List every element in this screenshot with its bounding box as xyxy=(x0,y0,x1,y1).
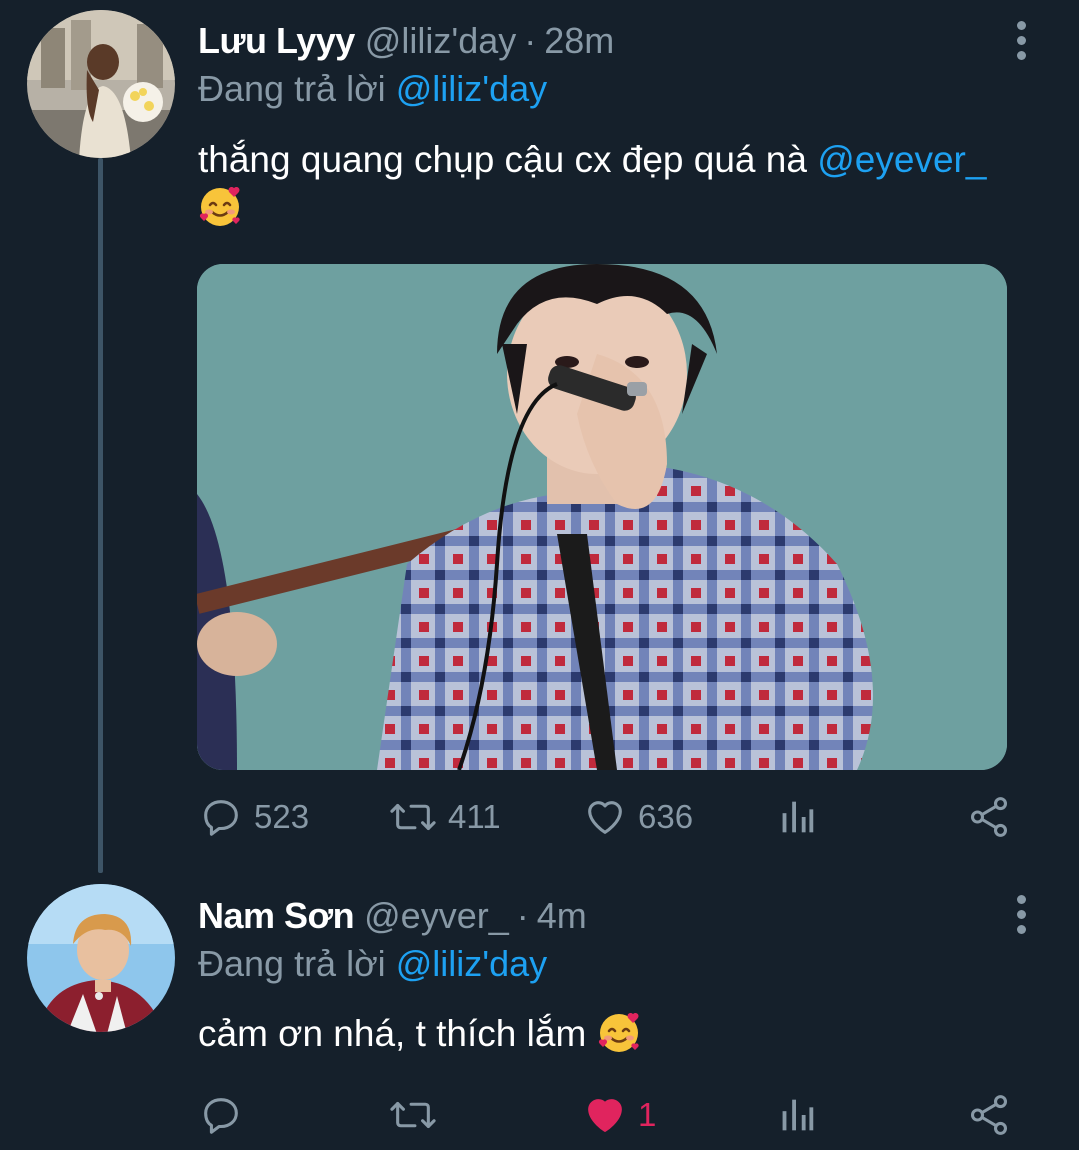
share-icon xyxy=(970,797,1008,837)
more-dot-icon xyxy=(1016,35,1026,45)
more-options-button[interactable] xyxy=(1006,890,1036,938)
display-name[interactable]: Nam Sơn xyxy=(198,895,355,937)
tweet-timestamp[interactable]: 28m xyxy=(544,20,614,62)
tweet-thread: Lưu Lyyy @liliz'day · 28m Đang trả lời @… xyxy=(0,0,1079,1150)
like-button[interactable]: 1 xyxy=(582,1090,656,1140)
reply-button[interactable]: 523 xyxy=(198,792,309,842)
user-handle[interactable]: @eyver_ xyxy=(364,895,509,937)
analytics-button[interactable] xyxy=(776,792,816,842)
share-icon xyxy=(970,1095,1008,1135)
smiling-face-with-hearts-icon xyxy=(598,1012,639,1052)
more-dot-icon xyxy=(1016,924,1026,934)
replying-to-label: Đang trả lời xyxy=(198,68,386,109)
avatar-photo xyxy=(27,884,175,1032)
more-dot-icon xyxy=(1016,894,1026,904)
tweet-timestamp[interactable]: 4m xyxy=(537,895,587,937)
tweet-actions: 1 xyxy=(198,1090,1018,1140)
avatar[interactable] xyxy=(27,10,175,158)
reply-icon xyxy=(204,1098,238,1134)
tweet-header: Nam Sơn @eyver_ · 4m xyxy=(198,895,587,937)
more-options-button[interactable] xyxy=(1006,16,1036,64)
analytics-icon xyxy=(782,801,814,833)
user-handle[interactable]: @liliz'day xyxy=(365,20,516,62)
media-photo xyxy=(197,264,1007,770)
analytics-button[interactable] xyxy=(776,1090,816,1140)
retweet-icon xyxy=(390,1101,436,1129)
retweet-icon xyxy=(390,803,436,831)
more-dot-icon xyxy=(1016,909,1026,919)
heart-outline-icon xyxy=(588,801,622,834)
share-button[interactable] xyxy=(966,1090,1012,1140)
replying-to-mention[interactable]: @liliz'day xyxy=(396,943,547,984)
more-dot-icon xyxy=(1016,20,1026,30)
like-count: 1 xyxy=(638,1096,657,1133)
reply-button[interactable] xyxy=(198,1090,254,1140)
smiling-face-with-hearts-icon xyxy=(199,186,240,226)
retweet-count: 411 xyxy=(448,798,501,835)
replying-to-line: Đang trả lời @liliz'day xyxy=(198,68,547,110)
more-dot-icon xyxy=(1016,50,1026,60)
heart-filled-icon xyxy=(588,1099,622,1132)
display-name[interactable]: Lưu Lyyy xyxy=(198,20,355,62)
tweet-header: Lưu Lyyy @liliz'day · 28m xyxy=(198,20,614,62)
like-count: 636 xyxy=(638,798,694,835)
share-button[interactable] xyxy=(966,792,1012,842)
header-separator: · xyxy=(516,895,529,936)
thread-connector-line xyxy=(98,158,103,873)
avatar[interactable] xyxy=(27,884,175,1032)
replying-to-mention[interactable]: @liliz'day xyxy=(396,68,547,109)
retweet-button[interactable]: 411 xyxy=(388,792,501,842)
tweet-body: cảm ơn nhá, t thích lắm xyxy=(198,1013,587,1054)
reply-icon xyxy=(204,800,238,836)
reply-count: 523 xyxy=(254,798,310,835)
analytics-icon xyxy=(782,1099,814,1131)
tweet-text: thắng quang chụp cậu cx đẹp quá nà @eyev… xyxy=(198,136,1028,232)
like-button[interactable]: 636 xyxy=(582,792,693,842)
tweet-text: cảm ơn nhá, t thích lắm xyxy=(198,1010,1018,1058)
header-separator: · xyxy=(524,20,537,61)
tweet-media-image[interactable] xyxy=(197,264,1007,770)
replying-to-label: Đang trả lời xyxy=(198,943,386,984)
tweet-body: thắng quang chụp cậu cx đẹp quá nà xyxy=(198,139,807,180)
tweet-mention[interactable]: @eyever_ xyxy=(817,139,986,180)
replying-to-line: Đang trả lời @liliz'day xyxy=(198,943,547,985)
avatar-photo xyxy=(27,10,175,158)
retweet-button[interactable] xyxy=(388,1090,448,1140)
tweet-actions: 523 411 636 xyxy=(198,792,1018,842)
